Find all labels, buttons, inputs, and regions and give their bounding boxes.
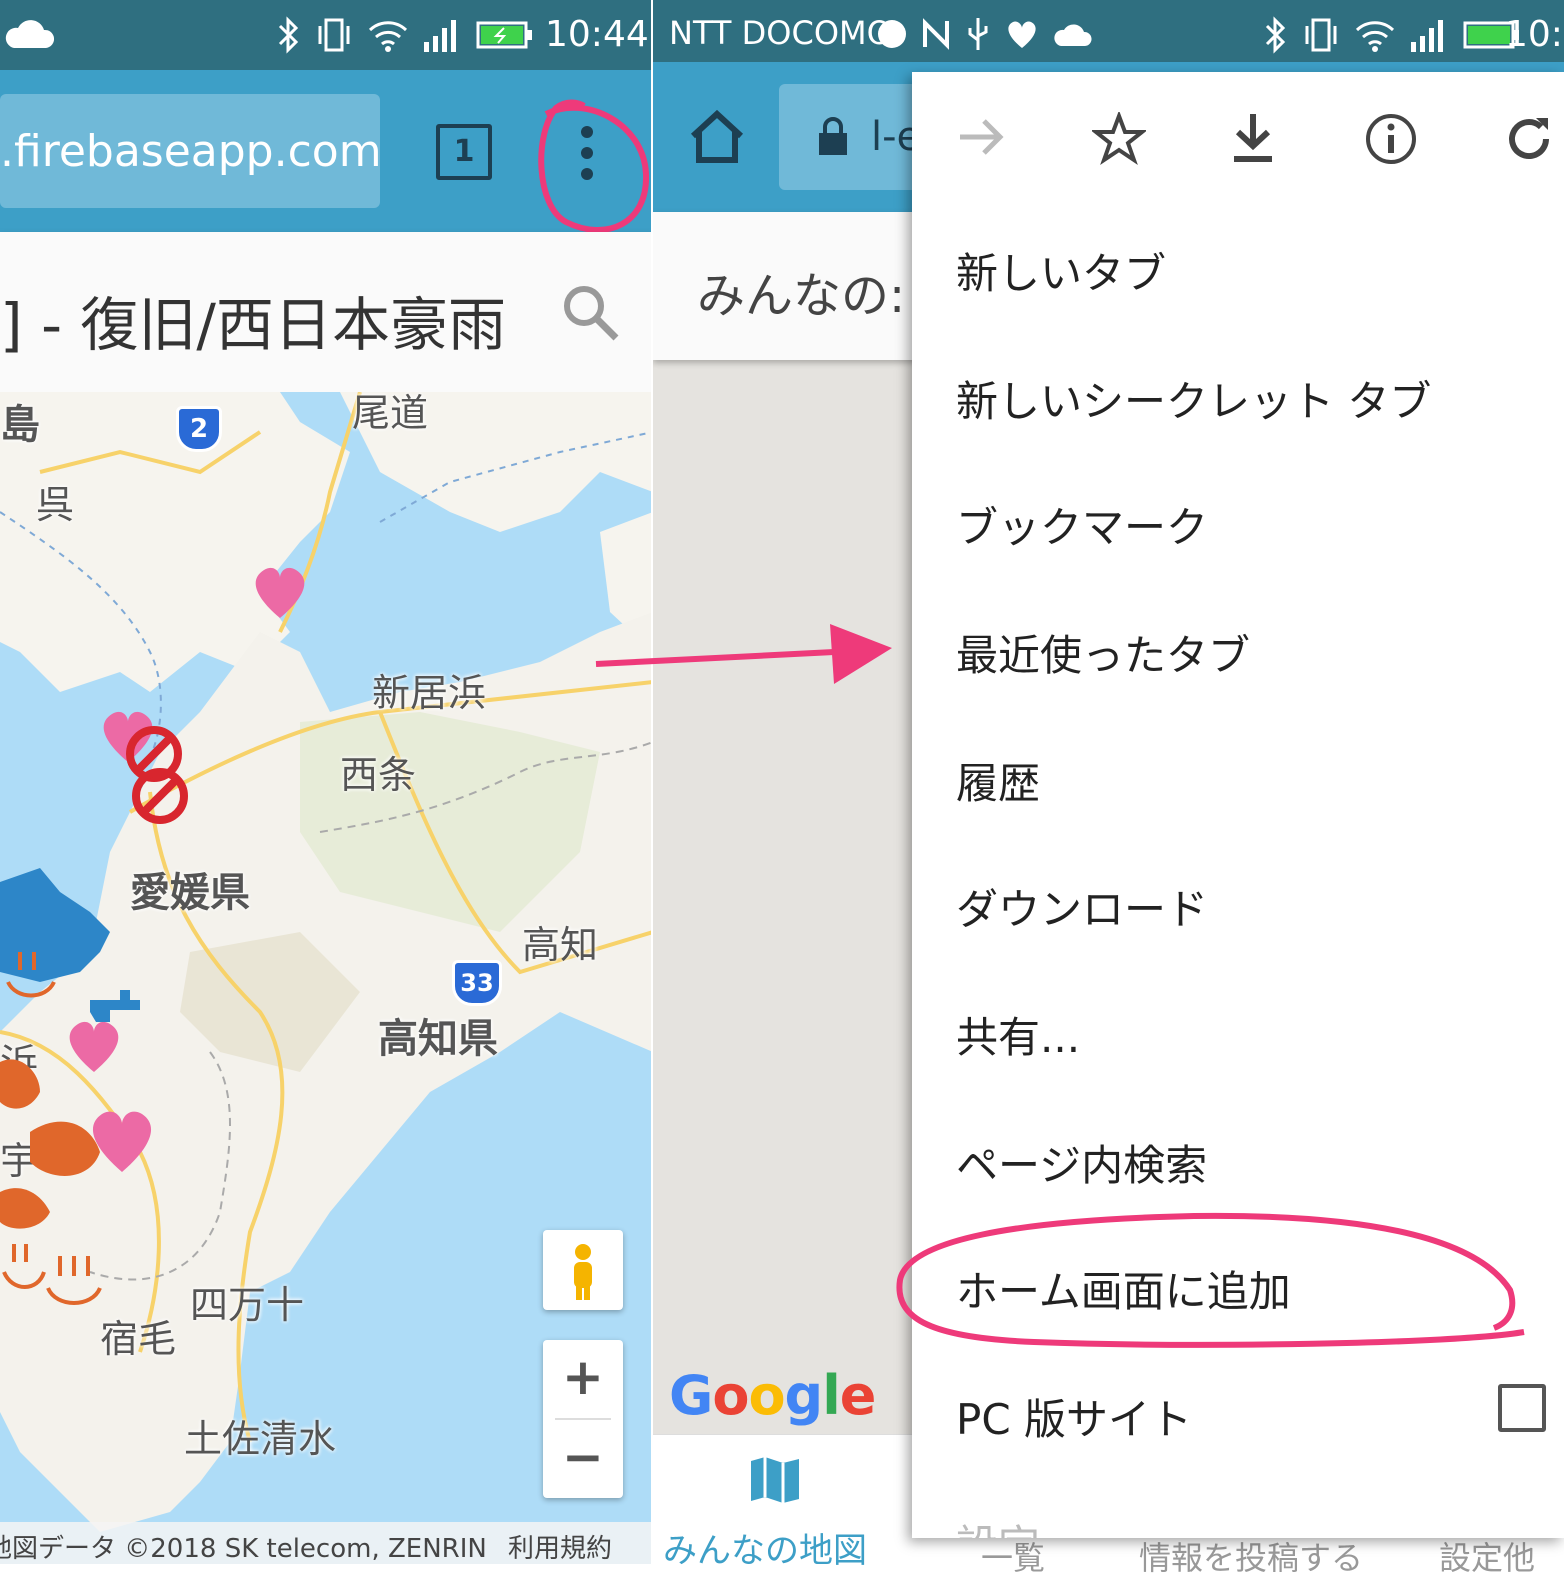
nav-tab-map[interactable]: みんなの地図 [663,1523,867,1572]
wifi-icon [368,16,408,63]
hotspring-marker [46,1256,102,1305]
terms-link[interactable]: 利用規約 [508,1528,612,1564]
signal-icon [422,16,462,63]
menu-item-share[interactable]: 共有... [956,1004,1080,1065]
annotation-ellipse [896,1212,1525,1348]
download-icon[interactable] [1228,112,1278,170]
page-title: ] - 復旧/西日本豪雨 [0,291,506,359]
nfc-icon [921,17,951,60]
menu-item-new-incognito-tab[interactable]: 新しいシークレット タブ [956,368,1431,429]
page-title: みんなの: [697,268,906,324]
map-attribution: 地図データ ©2018 SK telecom, ZENRIN [0,1534,487,1564]
pegman-icon [574,1244,592,1300]
lock-icon [819,117,847,155]
star-icon[interactable] [1090,110,1148,170]
refresh-icon[interactable] [1502,112,1556,170]
zoom-out-button[interactable]: − [543,1428,623,1486]
clock: 10:4 [1505,14,1564,55]
forward-icon[interactable] [956,112,1006,166]
menu-item-history[interactable]: 履歴 [956,750,1040,811]
nav-tab-post[interactable]: 情報を投稿する [1139,1533,1363,1579]
home-icon[interactable] [689,108,745,168]
desktop-site-checkbox[interactable] [1498,1384,1546,1432]
hotspring-marker [0,1188,50,1229]
phone-icon [877,17,907,60]
tap-marker [90,990,140,1022]
search-icon[interactable] [560,282,620,346]
menu-item-bookmarks[interactable]: ブックマーク [956,494,1208,555]
wifi-icon [1355,16,1395,63]
menu-item-downloads[interactable]: ダウンロード [956,876,1208,937]
clock: 10:44 [545,14,649,55]
hotspring-marker [30,1121,100,1176]
hotspring-marker [2,1244,46,1289]
vibrate-icon [1301,16,1341,63]
pegman-button[interactable] [543,1230,623,1310]
menu-item-new-tab[interactable]: 新しいタブ [956,240,1166,301]
bluetooth-icon [1263,16,1287,63]
google-logo: Google [669,1364,876,1427]
heart-marker [92,1111,152,1172]
vibrate-icon [314,16,354,63]
zoom-controls: + − [543,1340,623,1498]
usb-icon [965,16,991,61]
water-marker [0,868,110,982]
tab-switcher-button[interactable]: 1 [436,124,492,180]
menu-item-desktop-site[interactable]: PC 版サイト [956,1386,1192,1447]
nav-tab-settings[interactable]: 設定他 [1439,1533,1535,1579]
annotation-arrow [595,624,892,684]
bluetooth-icon [276,16,300,63]
map-icon [749,1455,801,1509]
battery-icon [476,19,534,60]
divider [555,1418,611,1420]
url-text: .firebaseapp.com [0,125,382,177]
zoom-in-button[interactable]: + [543,1348,623,1406]
app-title-bar: ] - 復旧/西日本豪雨 [0,232,653,392]
status-bar: 10:44 [0,0,653,70]
status-bar: NTT DOCOMO 10:4 [653,0,1564,70]
cloud-icon [0,18,70,63]
carrier-name: NTT DOCOMO [669,14,892,52]
url-bar[interactable]: .firebaseapp.com [0,94,382,208]
map-footer: 地図データ ©2018 SK telecom, ZENRIN 利用規約 [0,1522,653,1564]
menu-item-find-in-page[interactable]: ページ内検索 [956,1132,1207,1193]
menu-item-recent-tabs[interactable]: 最近使ったタブ [956,622,1250,683]
left-screen: 10:44 .firebaseapp.com 1 ] - 復旧/西日本豪雨 島 … [0,0,653,1564]
annotation-circle [526,94,653,244]
heart-marker [255,567,305,618]
info-icon[interactable] [1364,112,1418,170]
heart-marker [69,1021,119,1072]
menu-item-settings[interactable]: 設定 [956,1512,1040,1538]
signal-icon [1409,16,1449,63]
cloud-icon [1053,19,1093,59]
nav-tab-list[interactable]: 一覧 [981,1533,1045,1579]
map-view[interactable]: 島 尾道 呉 新居浜 西条 愛媛県 高知 高知県 浜 宇 四万十 宿毛 土佐清水… [0,392,653,1564]
hotspring-marker [0,1059,40,1109]
health-icon [1005,18,1039,59]
